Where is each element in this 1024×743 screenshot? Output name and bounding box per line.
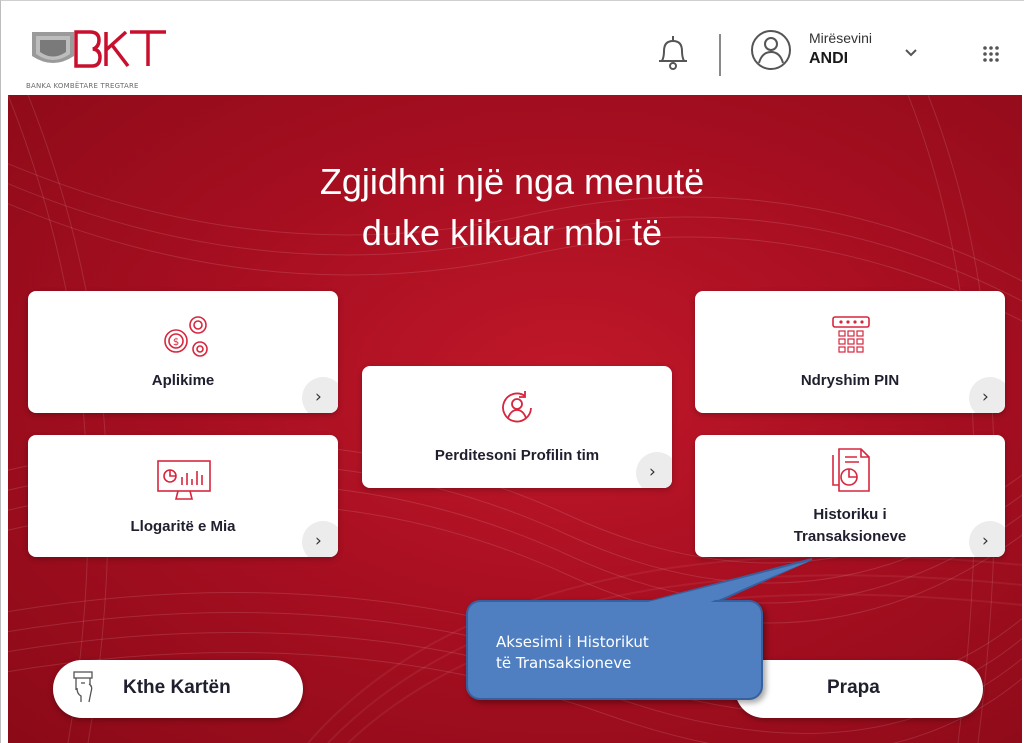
tile-pin[interactable]: Ndryshim PIN ›	[695, 291, 1005, 413]
pin-keypad-icon	[832, 316, 870, 353]
return-card-label: Kthe Kartën	[123, 677, 231, 698]
chevron-right-icon: ›	[982, 531, 989, 551]
tile-aplikime-label: Aplikime	[151, 372, 215, 389]
monitor-chart-icon	[157, 460, 211, 500]
bkt-logo-mark	[32, 30, 166, 68]
back-button-label: Prapa	[827, 677, 880, 698]
greeting-text: Mirësevini	[809, 30, 873, 46]
chevron-down-icon[interactable]	[904, 48, 918, 58]
tile-historiku-label-line1: Historiku i	[813, 506, 887, 523]
callout-annotation: Aksesimi i Historikut të Transaksioneve	[466, 600, 763, 700]
callout-line2: të Transaksioneve	[496, 654, 632, 672]
user-name: ANDI	[809, 50, 849, 67]
tile-historiku-arrow[interactable]: ›	[969, 521, 1005, 557]
tile-pin-label: Ndryshim PIN	[800, 372, 900, 389]
user-avatar-icon[interactable]	[750, 29, 792, 71]
card-return-icon	[73, 671, 93, 703]
tile-historiku[interactable]: Historiku i Transaksioneve ›	[695, 435, 1005, 557]
gears-icon: $	[164, 316, 208, 357]
report-document-icon	[832, 448, 870, 492]
page-title-line1: Zgjidhni një nga menutë	[319, 161, 705, 202]
page-title-line2: duke klikuar mbi të	[361, 212, 663, 253]
tile-profili[interactable]: Perditesoni Profilin tim ›	[362, 366, 672, 488]
chevron-right-icon: ›	[315, 387, 322, 407]
tile-llogarite-label: Llogaritë e Mia	[130, 518, 236, 535]
bkt-logo[interactable]: BANKA KOMBËTARE TREGTARE	[26, 20, 176, 92]
tile-aplikime[interactable]: $ Aplikime ›	[28, 291, 338, 413]
chevron-right-icon: ›	[982, 387, 989, 407]
tile-llogarite-arrow[interactable]: ›	[302, 521, 338, 557]
header-divider	[719, 34, 721, 76]
back-button[interactable]: Prapa	[735, 660, 983, 718]
apps-grid-icon[interactable]	[980, 43, 1002, 65]
return-card-button[interactable]: Kthe Kartën	[53, 660, 303, 718]
callout-line1: Aksesimi i Historikut	[496, 633, 649, 651]
top-header: BANKA KOMBËTARE TREGTARE Mirësevini ANDI	[8, 8, 1022, 95]
bell-icon[interactable]	[656, 33, 690, 73]
profile-update-icon	[502, 391, 532, 423]
chevron-right-icon: ›	[315, 531, 322, 551]
tile-historiku-label-line2: Transaksioneve	[793, 528, 907, 545]
callout-text: Aksesimi i Historikut të Transaksioneve	[496, 632, 649, 674]
logo-subtitle: BANKA KOMBËTARE TREGTARE	[26, 82, 139, 90]
tile-aplikime-arrow[interactable]: ›	[302, 377, 338, 413]
tile-profili-arrow[interactable]: ›	[636, 452, 672, 488]
tile-llogarite[interactable]: Llogaritë e Mia ›	[28, 435, 338, 557]
tile-profili-label: Perditesoni Profilin tim	[434, 447, 600, 464]
tile-pin-arrow[interactable]: ›	[969, 377, 1005, 413]
svg-text:$: $	[173, 337, 179, 348]
chevron-right-icon: ›	[649, 462, 656, 482]
